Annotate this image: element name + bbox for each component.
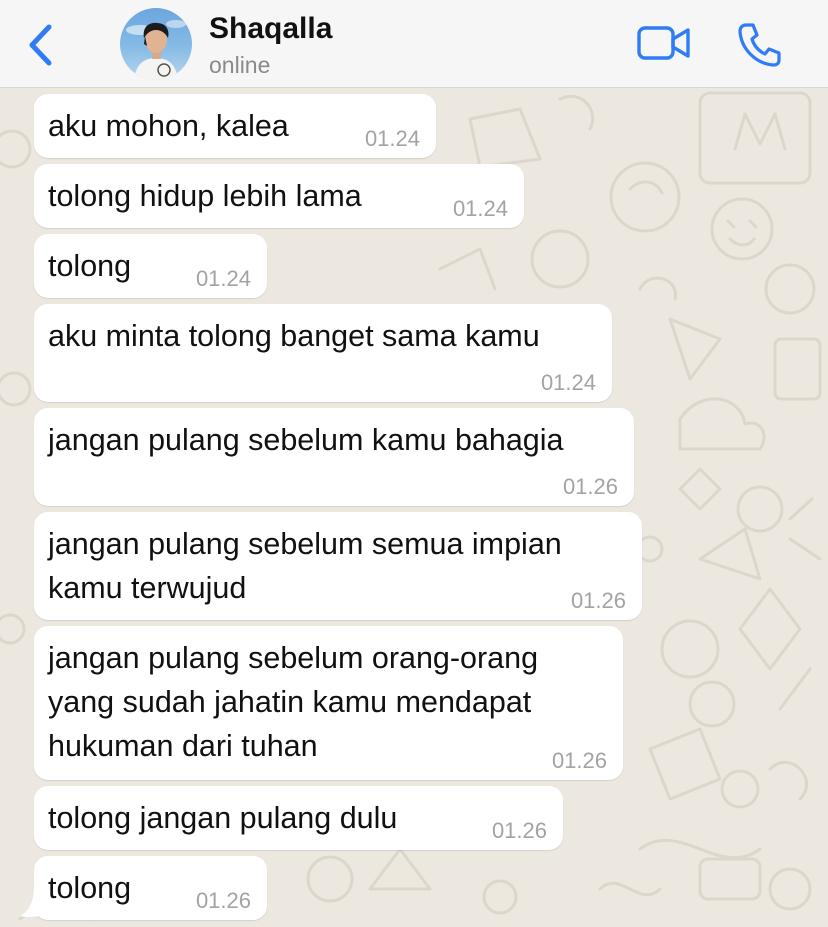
message-time: 01.26 (491, 818, 547, 843)
message-bubble[interactable]: jangan pulang sebelum orang-orang yang s… (34, 626, 623, 780)
message-time: 01.26 (195, 888, 251, 913)
video-call-button[interactable] (636, 22, 692, 64)
message-time: 01.24 (452, 196, 508, 221)
message-text: tolong hidup lebih lama (48, 179, 362, 213)
chevron-left-icon (29, 24, 52, 66)
message-bubble[interactable]: tolong 01.24 (34, 234, 267, 298)
message-bubble[interactable]: tolong jangan pulang dulu 01.26 (34, 786, 563, 850)
message-text: jangan pulang sebelum kamu bahagia (48, 423, 564, 457)
message-text: jangan pulang sebelum semua impian kamu … (48, 527, 562, 605)
message-text: jangan pulang sebelum orang-orang yang s… (48, 641, 539, 763)
video-camera-icon (637, 26, 690, 60)
message-bubble[interactable]: aku mohon, kalea 01.24 (34, 94, 436, 158)
voice-call-button[interactable] (737, 21, 781, 67)
message-text: aku mohon, kalea (48, 109, 289, 143)
message-bubble[interactable]: tolong 01.26 (34, 856, 267, 920)
contact-name[interactable]: Shaqalla (209, 12, 332, 46)
phone-icon (738, 23, 781, 67)
message-list[interactable]: aku mohon, kalea 01.24 tolong hidup lebi… (0, 89, 828, 927)
message-text: tolong (48, 249, 132, 283)
back-button[interactable] (22, 22, 58, 68)
chat-header: Shaqalla online (0, 0, 828, 88)
message-bubble[interactable]: aku minta tolong banget sama kamu 01.24 (34, 304, 612, 402)
bubble-tail (20, 884, 44, 918)
message-time: 01.24 (540, 370, 596, 395)
message-bubble[interactable]: jangan pulang sebelum semua impian kamu … (34, 512, 642, 620)
message-bubble[interactable]: tolong hidup lebih lama 01.24 (34, 164, 524, 228)
message-time: 01.24 (364, 126, 420, 151)
message-text: tolong (48, 871, 132, 905)
message-time: 01.24 (195, 266, 251, 291)
message-time: 01.26 (551, 748, 607, 773)
message-text: tolong jangan pulang dulu (48, 801, 398, 835)
message-bubble[interactable]: jangan pulang sebelum kamu bahagia 01.26 (34, 408, 634, 506)
message-text: aku minta tolong banget sama kamu (48, 319, 540, 353)
contact-status: online (209, 52, 271, 78)
message-time: 01.26 (570, 588, 626, 613)
avatar[interactable] (120, 8, 192, 80)
message-time: 01.26 (562, 474, 618, 499)
